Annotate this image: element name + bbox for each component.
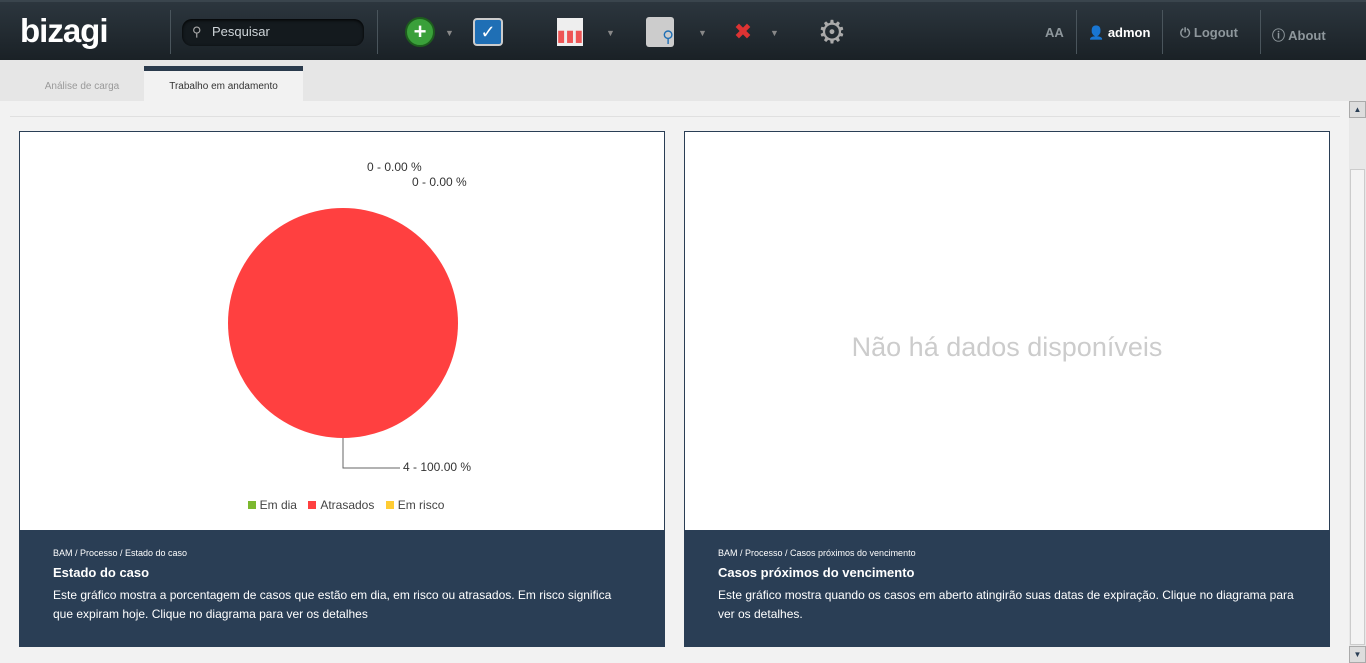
user-icon: 👤 [1088, 25, 1105, 40]
label-connector [342, 438, 400, 469]
legend-swatch [308, 501, 317, 509]
user-menu[interactable]: 👤 admon [1088, 25, 1150, 41]
tab-analise-de-carga[interactable]: Análise de carga [20, 66, 144, 101]
scroll-up-button[interactable]: ▲ [1349, 101, 1366, 118]
data-label-em-risco: 0 - 0.00 % [412, 175, 467, 189]
vertical-scrollbar[interactable]: ▲ ▼ [1349, 101, 1366, 663]
panel-footer: BAM / Processo / Estado do caso Estado d… [20, 530, 664, 646]
new-case-button[interactable]: + [404, 16, 436, 48]
inbox-button[interactable]: ✓ [472, 16, 504, 48]
tab-trabalho-em-andamento[interactable]: Trabalho em andamento [144, 66, 303, 101]
divider [377, 10, 378, 54]
gear-icon: ⚙ [817, 14, 847, 50]
pie-slice-atrasados[interactable] [228, 208, 458, 438]
bar-chart-icon: ▮▮▮ [557, 18, 583, 46]
logout-label: Logout [1193, 25, 1238, 40]
legend-swatch [385, 501, 394, 509]
font-size-button[interactable]: AA [1045, 25, 1064, 40]
panel-footer: BAM / Processo / Casos próximos do venci… [685, 530, 1329, 646]
no-data-message: Não há dados disponíveis [851, 332, 1163, 362]
breadcrumb: BAM / Processo / Estado do caso [53, 548, 188, 558]
panel-title: Estado do caso [53, 565, 150, 580]
data-label-em-dia: 0 - 0.00 % [367, 160, 422, 174]
search-icon: ⚲ [192, 24, 202, 39]
power-icon: ⏻ [1180, 25, 1191, 40]
reports-dropdown[interactable]: ▼ [606, 28, 615, 38]
about-button[interactable]: ⓘ About [1272, 25, 1326, 44]
casos-proximos-panel: Não há dados disponíveis BAM / Processo … [684, 131, 1330, 647]
search-placeholder: Pesquisar [212, 24, 270, 39]
info-icon: ⓘ [1272, 28, 1286, 43]
divider [1076, 10, 1077, 54]
tools-dropdown[interactable]: ▼ [770, 28, 779, 38]
legend-swatch [247, 501, 256, 509]
panel-description: Este gráfico mostra quando os casos em a… [718, 588, 1294, 621]
bizagi-logo: bizagi [20, 12, 109, 49]
chart-legend: Em dia Atrasados Em risco [20, 498, 664, 512]
search-input[interactable]: ⚲ Pesquisar [182, 19, 364, 46]
logout-button[interactable]: ⏻ Logout [1180, 25, 1238, 41]
top-bar: bizagi ⚲ Pesquisar + ▼ ✓ ▮▮▮ ▼ ⚲ ▼ ✖ ▼ ⚙ … [0, 0, 1366, 60]
divider [10, 116, 1340, 117]
breadcrumb: BAM / Processo / Casos próximos do venci… [718, 548, 916, 558]
legend-em-dia[interactable]: Em dia [260, 498, 297, 512]
username: admon [1107, 25, 1151, 40]
scroll-down-button[interactable]: ▼ [1349, 646, 1366, 663]
legend-atrasados[interactable]: Atrasados [320, 498, 374, 512]
data-label-atrasados: 4 - 100.00 % [403, 460, 472, 474]
plus-icon: + [405, 17, 435, 47]
panel-description: Este gráfico mostra a porcentagem de cas… [53, 588, 612, 621]
tools-icon: ✖ [733, 19, 753, 44]
panel-title: Casos próximos do vencimento [718, 565, 915, 580]
new-case-dropdown[interactable]: ▼ [445, 28, 454, 38]
scroll-thumb[interactable] [1350, 169, 1365, 645]
tab-bar: Análise de carga Trabalho em andamento [0, 60, 1366, 101]
query-search-icon: ⚲ [646, 17, 674, 47]
legend-em-risco[interactable]: Em risco [398, 498, 445, 512]
divider [1162, 10, 1163, 54]
settings-button[interactable]: ⚙ [816, 14, 848, 50]
divider [170, 10, 171, 54]
query-button[interactable]: ⚲ [644, 16, 676, 48]
about-label: About [1288, 28, 1326, 43]
tools-button[interactable]: ✖ [727, 16, 759, 48]
divider [1260, 10, 1261, 54]
pie-chart[interactable] [20, 132, 666, 532]
reports-button[interactable]: ▮▮▮ [554, 16, 586, 48]
checkbox-icon: ✓ [473, 18, 503, 46]
estado-do-caso-panel: 0 - 0.00 % 0 - 0.00 % 4 - 100.00 % Em di… [19, 131, 665, 647]
query-dropdown[interactable]: ▼ [698, 28, 707, 38]
